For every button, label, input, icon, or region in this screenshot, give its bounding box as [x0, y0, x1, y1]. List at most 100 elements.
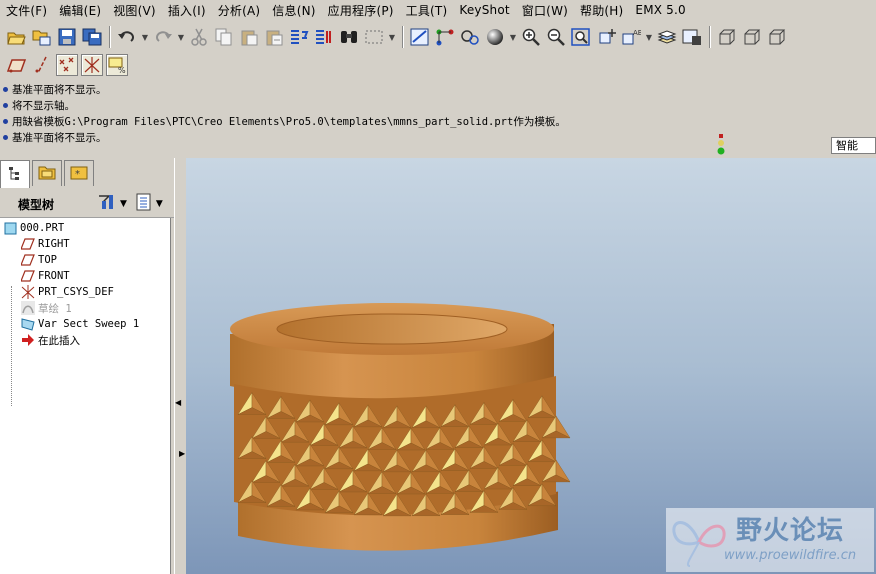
datum-axis-display-icon[interactable]	[31, 54, 53, 76]
menu-bar: 文件(F) 编辑(E) 视图(V) 插入(I) 分析(A) 信息(N) 应用程序…	[0, 0, 876, 20]
chevron-down-icon[interactable]: ▼	[509, 26, 517, 48]
menu-applications[interactable]: 应用程序(P)	[328, 2, 400, 19]
menu-window[interactable]: 窗口(W)	[522, 2, 574, 19]
chevron-down-icon[interactable]: ▼	[388, 26, 396, 48]
folder-icon	[38, 164, 56, 183]
tree-item-sketch[interactable]: 草绘 1	[21, 300, 72, 316]
model-tree-header: 模型树 ▼ ▼	[0, 188, 174, 218]
insert-here-icon	[21, 333, 35, 347]
svg-text:*: *	[75, 169, 80, 180]
status-light-icon	[716, 134, 726, 156]
model-tree: 000.PRT RIGHT TOP FRONT PRT_CSYS_DEF 草绘 …	[0, 218, 171, 574]
undo-icon[interactable]	[116, 26, 138, 48]
favorites-icon: *	[70, 164, 88, 183]
no-hidden-icon[interactable]	[766, 26, 788, 48]
menu-keyshot[interactable]: KeyShot	[459, 3, 515, 17]
message-line: 将不显示轴。	[3, 97, 876, 113]
view-manager-icon[interactable]	[409, 26, 431, 48]
open-icon[interactable]	[6, 26, 28, 48]
collapse-left-icon[interactable]: ◀	[175, 398, 181, 407]
model-tree-tools: ▼ ▼	[96, 192, 163, 215]
panel-splitter[interactable]	[174, 158, 186, 574]
tree-item-front[interactable]: FRONT	[21, 268, 70, 284]
appearance-icon[interactable]	[484, 26, 506, 48]
chevron-down-icon[interactable]: ▼	[141, 26, 149, 48]
refit-icon[interactable]	[570, 26, 592, 48]
tree-item-part[interactable]: 000.PRT	[3, 220, 64, 236]
saved-views-icon[interactable]: AB	[620, 26, 642, 48]
tree-item-right[interactable]: RIGHT	[21, 236, 70, 252]
datum-plane-icon	[21, 269, 35, 283]
select-box-icon[interactable]	[363, 26, 385, 48]
chevron-down-icon[interactable]: ▼	[645, 26, 653, 48]
menu-insert[interactable]: 插入(I)	[168, 2, 212, 19]
bullet-icon	[3, 102, 8, 108]
tree-item-insert-here[interactable]: 在此插入	[21, 332, 80, 348]
cut-icon[interactable]	[188, 26, 210, 48]
main-toolbar: ▼ ▼ ▼ ▼ AB ▼	[0, 22, 876, 52]
menu-emx[interactable]: EMX 5.0	[635, 3, 691, 17]
menu-file[interactable]: 文件(F)	[6, 2, 53, 19]
chevron-down-icon[interactable]: ▼	[156, 199, 163, 209]
menu-view[interactable]: 视图(V)	[113, 2, 162, 19]
wireframe-icon[interactable]	[716, 26, 738, 48]
model-player-icon[interactable]	[459, 26, 481, 48]
regenerate-icon[interactable]	[288, 26, 310, 48]
tab-model-tree[interactable]	[0, 160, 30, 188]
csys-display-icon[interactable]	[81, 54, 103, 76]
settings-icon[interactable]	[96, 192, 118, 215]
paste-special-icon[interactable]	[263, 26, 285, 48]
save-icon[interactable]	[56, 26, 78, 48]
menu-info[interactable]: 信息(N)	[272, 2, 321, 19]
show-menu-icon[interactable]	[135, 192, 153, 215]
navigator-panel: * 模型树 ▼ ▼ 000.PRT RIGHT TOP FRONT PRT_CS…	[0, 158, 174, 574]
open-session-icon[interactable]	[31, 26, 53, 48]
menu-tools[interactable]: 工具(T)	[406, 2, 454, 19]
regenerate-manager-icon[interactable]	[313, 26, 335, 48]
selection-filter-dropdown[interactable]: 智能	[831, 137, 876, 154]
tree-item-sweep[interactable]: Var Sect Sweep 1	[21, 316, 139, 332]
model-tree-title: 模型树	[18, 198, 55, 212]
sweep-icon	[21, 317, 35, 331]
datum-plane-icon	[21, 253, 35, 267]
message-line: 基准平面将不显示。	[3, 129, 876, 145]
menu-analysis[interactable]: 分析(A)	[218, 2, 267, 19]
reorient-icon[interactable]	[595, 26, 617, 48]
zoom-in-icon[interactable]	[520, 26, 542, 48]
datum-plane-icon	[21, 237, 35, 251]
bullet-icon	[3, 134, 8, 140]
datum-plane-display-icon[interactable]	[6, 54, 28, 76]
menu-help[interactable]: 帮助(H)	[580, 2, 629, 19]
watermark-title: 野火论坛	[736, 516, 845, 546]
svg-text:AB: AB	[633, 29, 641, 37]
hidden-line-icon[interactable]	[741, 26, 763, 48]
watermark-url: www.proewildfire.cn	[724, 548, 857, 563]
copy-icon[interactable]	[213, 26, 235, 48]
tree-item-csys[interactable]: PRT_CSYS_DEF	[21, 284, 114, 300]
tab-folder-browser[interactable]	[32, 160, 62, 186]
message-area: 基准平面将不显示。 将不显示轴。 用缺省模板G:\Program Files\P…	[0, 80, 876, 156]
layers-icon[interactable]	[656, 26, 678, 48]
expand-right-icon[interactable]: ▶	[179, 449, 185, 458]
tree-item-top[interactable]: TOP	[21, 252, 57, 268]
datum-point-display-icon[interactable]	[56, 54, 78, 76]
svg-text:%: %	[118, 66, 126, 74]
menu-edit[interactable]: 编辑(E)	[59, 2, 107, 19]
find-icon[interactable]	[338, 26, 360, 48]
watermark: 野火论坛 www.proewildfire.cn	[666, 508, 874, 572]
tab-favorites[interactable]: *	[64, 160, 94, 186]
chevron-down-icon[interactable]: ▼	[120, 199, 127, 209]
chevron-down-icon[interactable]: ▼	[177, 26, 185, 48]
part-icon	[3, 221, 17, 235]
save-as-icon[interactable]	[81, 26, 103, 48]
view-display-icon[interactable]	[681, 26, 703, 48]
csys-icon	[21, 285, 35, 299]
redo-icon[interactable]	[152, 26, 174, 48]
butterfly-logo-icon	[672, 521, 726, 567]
paste-icon[interactable]	[238, 26, 260, 48]
zoom-out-icon[interactable]	[545, 26, 567, 48]
relations-icon[interactable]	[434, 26, 456, 48]
annotation-display-icon[interactable]: %	[106, 54, 128, 76]
model-top-face	[230, 303, 554, 355]
bullet-icon	[3, 118, 8, 124]
